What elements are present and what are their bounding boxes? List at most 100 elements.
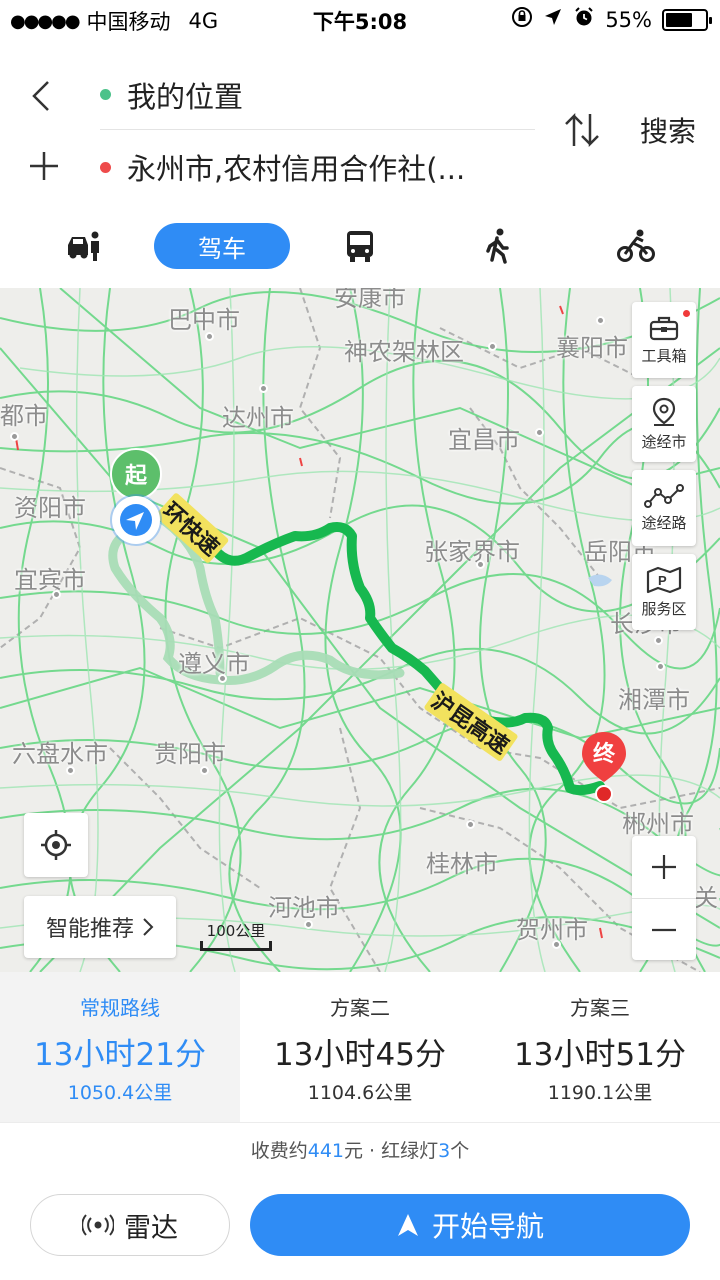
map-tools: 工具箱 途经市 途经路 P 服务区 [632, 302, 696, 638]
zoom-out-button[interactable] [632, 898, 696, 960]
route-option-name: 方案三 [570, 996, 630, 1020]
toll-suffix: 元 · 红绿灯 [344, 1140, 439, 1162]
route-option[interactable]: 常规路线 13小时21分 1050.4公里 [0, 972, 240, 1122]
taxi-icon [68, 231, 99, 261]
status-bar: ●●●●● 中国移动 4G 下午5:08 55% [0, 0, 720, 40]
city-marker [10, 432, 19, 441]
crosshair-icon [41, 830, 71, 860]
start-marker: 起 [110, 448, 162, 500]
my-location-icon [112, 496, 160, 544]
route-option-time: 13小时51分 [514, 1037, 686, 1073]
city-marker [205, 332, 214, 341]
mode-walk[interactable] [484, 223, 512, 269]
city-marker [656, 662, 665, 671]
alarm-icon [573, 6, 595, 33]
mode-taxi[interactable] [64, 223, 104, 269]
battery-percent: 55% [605, 7, 652, 32]
toll-amount: 441 [307, 1140, 345, 1162]
waypoint-road-label: 途经路 [641, 513, 687, 532]
walk-icon [486, 228, 509, 264]
city-marker [259, 384, 268, 393]
city-marker [304, 920, 313, 929]
route-options: 常规路线 13小时21分 1050.4公里 方案二 13小时45分 1104.6… [0, 972, 720, 1122]
svg-text:P: P [658, 573, 667, 588]
swap-button[interactable] [562, 110, 602, 150]
start-navigation-button[interactable]: 开始导航 [250, 1194, 690, 1256]
route-option-name: 常规路线 [80, 996, 160, 1020]
toolbox-label: 工具箱 [641, 346, 687, 365]
mode-drive-label: 驾车 [198, 234, 246, 263]
route-option[interactable]: 方案二 13小时45分 1104.6公里 [240, 972, 480, 1122]
traffic-light-count: 3 [438, 1140, 451, 1162]
destination-dot [100, 161, 111, 173]
city-label: 张家界市 [424, 538, 520, 566]
city-label: 贵阳市 [154, 740, 226, 768]
notification-dot [683, 310, 690, 317]
city-marker [476, 560, 485, 569]
city-marker [596, 316, 605, 325]
bus-icon [347, 231, 373, 262]
navigation-arrow-icon [397, 1214, 418, 1236]
city-label: 关 [694, 884, 718, 912]
end-marker: 终 [580, 730, 628, 803]
toll-prefix: 收费约 [250, 1140, 308, 1162]
city-label: 河池市 [268, 894, 340, 922]
end-marker-label: 终 [592, 742, 615, 767]
back-button[interactable] [26, 76, 58, 116]
radar-label: 雷达 [124, 1212, 178, 1244]
city-label: 郴州市 [622, 810, 694, 838]
mode-bus[interactable] [344, 223, 376, 269]
city-label: 神农架林区 [344, 338, 464, 366]
zoom-in-button[interactable] [632, 836, 696, 898]
battery-icon [662, 8, 712, 31]
origin-field[interactable]: 我的位置 [100, 60, 535, 130]
chevron-right-icon [143, 918, 154, 936]
smart-recommend-button[interactable]: 智能推荐 [24, 896, 176, 958]
service-area-icon: P [646, 566, 682, 593]
city-label: 宜宾市 [14, 566, 86, 594]
city-label: 遵义市 [178, 650, 250, 678]
origin-dot [100, 89, 111, 100]
route-option-distance: 1104.6公里 [307, 1082, 413, 1104]
scale-bar [200, 941, 272, 951]
service-area-label: 服务区 [641, 599, 687, 618]
locate-button[interactable] [24, 813, 88, 877]
city-label: 贺州市 [516, 916, 588, 944]
city-label: 都市 [0, 402, 48, 430]
radar-button[interactable]: 雷达 [30, 1194, 230, 1256]
map-scale: 100公里 [200, 920, 272, 951]
location-arrow-icon [543, 7, 563, 32]
city-label: 襄阳市 [556, 334, 628, 362]
city-label: 达州市 [222, 404, 294, 432]
city-marker [52, 590, 61, 599]
route-summary: 收费约441元 · 红绿灯3个 [0, 1122, 720, 1182]
mode-drive[interactable]: 驾车 [154, 223, 290, 269]
city-label: 安康市 [334, 288, 406, 312]
waypoint-city-icon [652, 397, 676, 426]
map-view[interactable]: 安康市 巴中市 神农架林区 襄阳市 都市 达州市 宜昌市 资阳市 张家界市 岳阳… [0, 288, 720, 972]
toolbox-button[interactable]: 工具箱 [632, 302, 696, 378]
route-option[interactable]: 方案三 13小时51分 1190.1公里 [480, 972, 720, 1122]
waypoint-city-button[interactable]: 途经市 [632, 386, 696, 462]
mode-bike[interactable] [616, 223, 656, 269]
route-option-time: 13小时21分 [34, 1037, 206, 1073]
city-marker [488, 342, 497, 351]
radar-icon [82, 1214, 114, 1236]
zoom-controls [632, 836, 696, 960]
city-marker [535, 428, 544, 437]
add-waypoint-button[interactable] [26, 148, 62, 184]
toolbox-icon [649, 316, 679, 340]
search-button[interactable]: 搜索 [640, 110, 696, 150]
route-option-name: 方案二 [330, 996, 390, 1020]
destination-field[interactable]: 永州市,农村信用合作社(... [100, 132, 535, 202]
plus-icon [30, 152, 58, 180]
bottom-bar: 雷达 开始导航 [0, 1182, 720, 1280]
waypoint-road-button[interactable]: 途经路 [632, 470, 696, 546]
route-option-distance: 1190.1公里 [547, 1082, 653, 1104]
route-option-time: 13小时45分 [274, 1037, 446, 1073]
lights-suffix: 个 [450, 1140, 470, 1162]
start-navigation-label: 开始导航 [431, 1210, 544, 1243]
city-label: 宜昌市 [448, 426, 520, 454]
service-area-button[interactable]: P 服务区 [632, 554, 696, 630]
destination-text: 永州市,农村信用合作社(... [127, 152, 466, 186]
